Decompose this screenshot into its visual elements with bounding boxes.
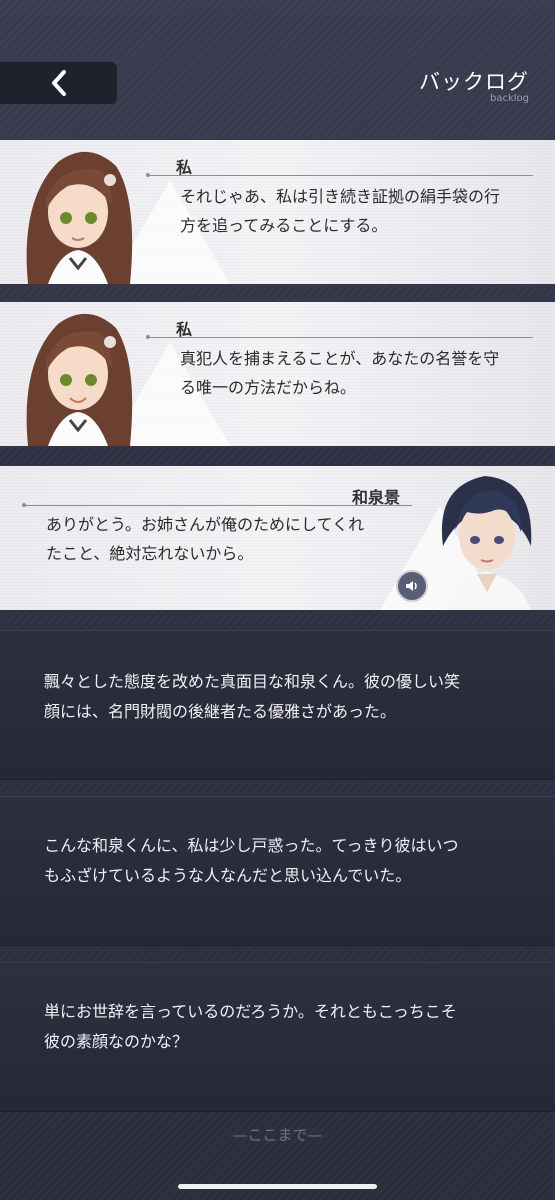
narration-line: もふざけているような人なんだと思い込んでいた。: [44, 866, 412, 885]
narration-text: 飄々とした態度を改めた真面目な和泉くん。彼の優しい笑 顔には、名門財閥の後継者た…: [44, 667, 525, 727]
dialogue-line: 方を追ってみることにする。: [180, 216, 388, 235]
dialogue-text: それじゃあ、私は引き続き証拠の絹手袋の行 方を追ってみることにする。: [180, 182, 500, 240]
dialogue-text: 真犯人を捕まえることが、あなたの名誉を守 る唯一の方法だからね。: [180, 344, 499, 402]
end-marker: —ここまで—: [232, 1126, 323, 1144]
name-divider: [146, 335, 533, 339]
page-subtitle: backlog: [489, 93, 529, 104]
narration-line: こんな和泉くんに、私は少し戸惑った。てっきり彼はいつ: [44, 836, 459, 855]
name-divider: [22, 503, 412, 507]
page-title: バックログ: [419, 70, 529, 94]
chevron-left-icon: [51, 70, 66, 96]
voice-play-button[interactable]: [396, 570, 428, 602]
izumi-portrait: [441, 476, 532, 610]
name-divider: [146, 173, 533, 177]
dialogue-line: る唯一の方法だからね。: [180, 378, 357, 397]
dialogue-line: それじゃあ、私は引き続き証拠の絹手袋の行: [180, 187, 501, 206]
backlog-entry: 私 真犯人を捕まえることが、あなたの名誉を守 る唯一の方法だからね。: [0, 302, 555, 446]
dialogue-line: 真犯人を捕まえることが、あなたの名誉を守: [180, 349, 500, 368]
heroine-portrait: [26, 151, 133, 284]
narration-entry: こんな和泉くんに、私は少し戸惑った。てっきり彼はいつ もふざけているような人なん…: [0, 796, 555, 946]
dialogue-text: ありがとう。お姉さんが俺のためにしてくれ たこと、絶対忘れないから。: [46, 510, 364, 568]
speaker-icon: [406, 581, 417, 591]
narration-line: 顔には、名門財閥の後継者たる優雅さがあった。: [44, 702, 397, 721]
heroine-portrait: [26, 313, 133, 446]
backlog-entry: 私 それじゃあ、私は引き続き証拠の絹手袋の行 方を追ってみることにする。: [0, 140, 555, 284]
narration-text: 単にお世辞を言っているのだろうか。それともこっちこそ 彼の素顔なのかな？: [44, 997, 525, 1057]
dialogue-line: ありがとう。お姉さんが俺のためにしてくれ: [46, 515, 365, 534]
narration-line: 単にお世辞を言っているのだろうか。それともこっちこそ: [44, 1002, 457, 1021]
narration-text: こんな和泉くんに、私は少し戸惑った。てっきり彼はいつ もふざけているような人なん…: [44, 831, 525, 891]
narration-entry: 飄々とした態度を改めた真面目な和泉くん。彼の優しい笑 顔には、名門財閥の後継者た…: [0, 630, 555, 780]
back-button[interactable]: [0, 62, 117, 104]
home-indicator[interactable]: [178, 1184, 377, 1189]
dialogue-line: たこと、絶対忘れないから。: [46, 544, 254, 563]
narration-line: 彼の素顔なのかな？: [44, 1032, 189, 1051]
narration-entry: 単にお世辞を言っているのだろうか。それともこっちこそ 彼の素顔なのかな？: [0, 962, 555, 1112]
backlog-entry: 和泉景 ありがとう。お姉さんが俺のためにしてくれ たこと、絶対忘れないから。: [0, 466, 555, 610]
narration-line: 飄々とした態度を改めた真面目な和泉くん。彼の優しい笑: [44, 672, 461, 691]
